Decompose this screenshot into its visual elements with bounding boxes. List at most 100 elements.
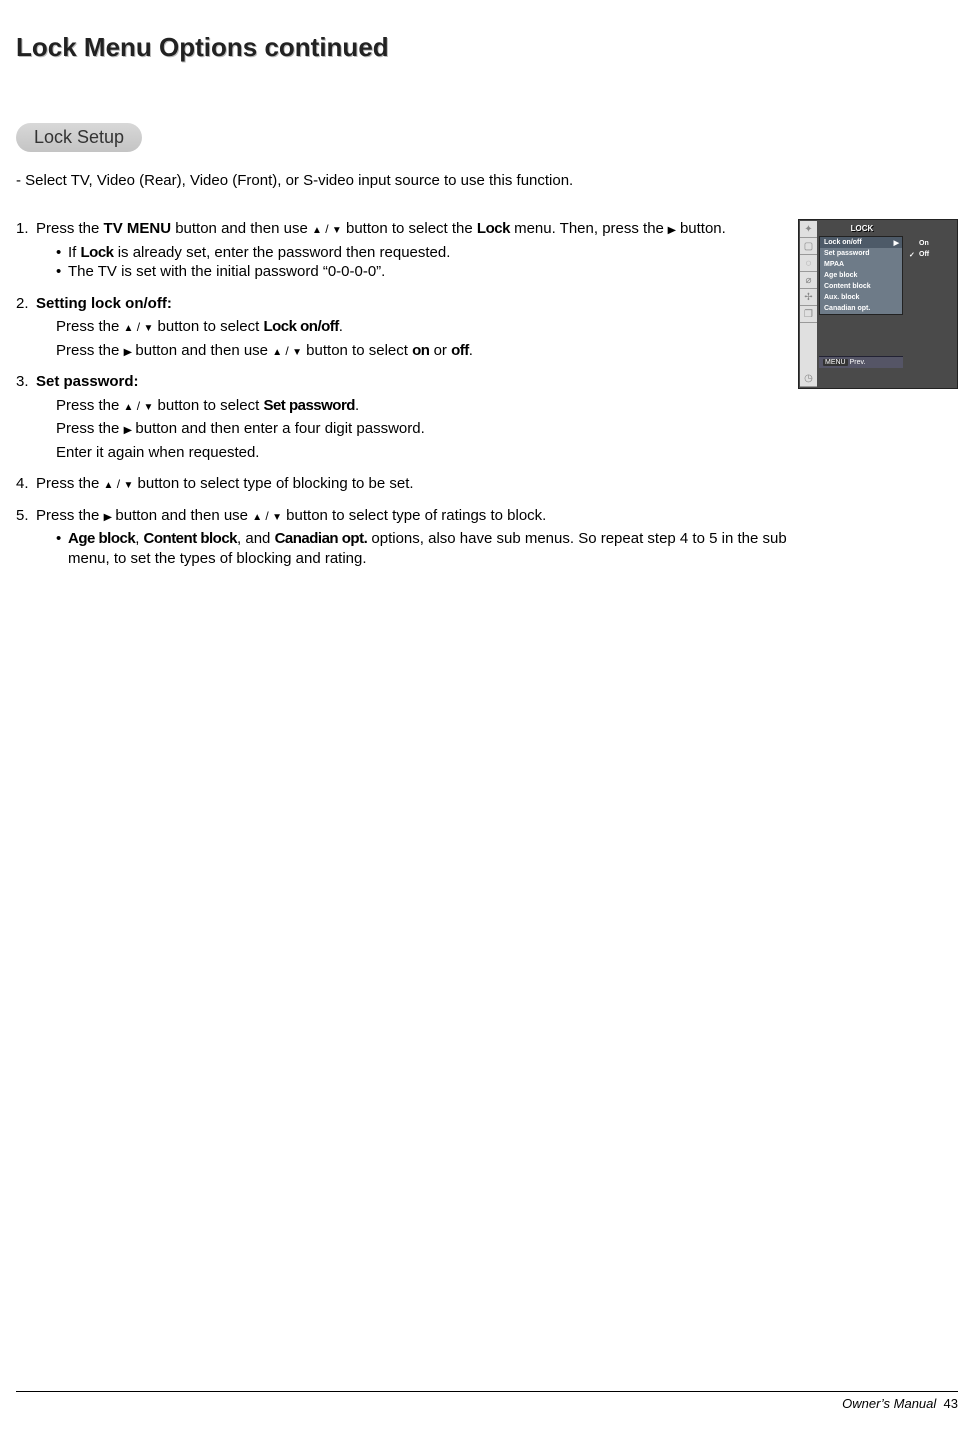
page-title: Lock Menu Options continued: [0, 0, 974, 63]
mono-text: Canadian opt.: [275, 530, 368, 547]
category-icon: ✢: [800, 289, 817, 306]
mono-text: off: [451, 342, 469, 359]
osd-option-on[interactable]: On: [907, 238, 955, 249]
down-icon: [143, 318, 153, 335]
text: ,: [135, 530, 143, 547]
up-icon: [124, 397, 134, 414]
mono-text: Lock: [81, 244, 114, 261]
text: button to select type of blocking to be …: [133, 475, 413, 492]
page-footer: Owner’s Manual 43: [16, 1391, 958, 1411]
text: If: [68, 244, 81, 261]
mono-text: Age block: [68, 530, 135, 547]
text: Press the: [56, 397, 124, 414]
text: .: [469, 342, 473, 359]
text: button to select: [153, 318, 263, 335]
category-icon: ◌: [800, 255, 817, 272]
text: button and then enter a four digit passw…: [131, 420, 425, 437]
step-number: 3.: [16, 372, 29, 392]
text: .: [339, 318, 343, 335]
osd-option-off[interactable]: Off: [907, 249, 955, 260]
osd-item-set-password[interactable]: Set password: [820, 248, 902, 259]
text: or: [429, 342, 451, 359]
text: button.: [676, 220, 726, 237]
up-icon: [312, 220, 322, 237]
text: button and then use: [171, 220, 312, 237]
text: , and: [237, 530, 275, 547]
right-icon: [668, 220, 676, 237]
bold-text: TV MENU: [104, 220, 172, 237]
text: Press the: [36, 475, 104, 492]
down-icon: [292, 342, 302, 359]
down-icon: [123, 475, 133, 492]
instruction-list: 1. Press the TV MENU button and then use…: [16, 219, 798, 580]
osd-item-age-block[interactable]: Age block: [820, 270, 902, 281]
osd-category-strip: ✦ ▢ ◌ ⌀ ✢ ❐ ◷: [800, 221, 817, 387]
down-icon: [332, 220, 342, 237]
up-icon: [252, 507, 262, 524]
text: Press the: [36, 220, 104, 237]
text: menu. Then, press the: [510, 220, 668, 237]
up-icon: [104, 475, 114, 492]
osd-item-canadian-opt[interactable]: Canadian opt.: [820, 303, 902, 314]
step-heading: Set password:: [36, 373, 139, 390]
footer-label: Owner’s Manual: [842, 1396, 936, 1411]
category-icon: ▢: [800, 238, 817, 255]
text: button to select the: [342, 220, 477, 237]
mono-text: Lock on/off: [263, 318, 338, 335]
step-number: 1.: [16, 219, 29, 239]
page-number: 43: [944, 1396, 958, 1411]
category-icon: ⌀: [800, 272, 817, 289]
osd-title: LOCK: [821, 222, 903, 235]
menu-button-label: MENU: [823, 359, 848, 366]
step-number: 5.: [16, 506, 29, 526]
text: button and then use: [131, 342, 272, 359]
right-arrow-icon: ▶: [894, 239, 899, 247]
prev-label: Prev.: [850, 359, 866, 366]
osd-option-list: On Off: [907, 238, 955, 260]
osd-item-content-block[interactable]: Content block: [820, 281, 902, 292]
up-icon: [272, 342, 282, 359]
text: Press the: [36, 507, 104, 524]
step-heading: Setting lock on/off:: [36, 295, 172, 312]
text: button to select: [302, 342, 412, 359]
mono-text: on: [412, 342, 429, 359]
bullet: Age block, Content block, and Canadian o…: [56, 529, 798, 568]
osd-item-lock-onoff[interactable]: Lock on/off ▶: [820, 237, 902, 248]
osd-footer: MENU Prev.: [819, 356, 903, 368]
text: Press the: [56, 420, 124, 437]
osd-menu-list: Lock on/off ▶ Set password MPAA Age block…: [819, 236, 903, 315]
text: button and then use: [111, 507, 252, 524]
down-icon: [143, 397, 153, 414]
osd-item-aux-block[interactable]: Aux. block: [820, 292, 902, 303]
text: is already set, enter the password then …: [114, 244, 451, 261]
mono-text: Set password: [263, 397, 355, 414]
slash: /: [322, 222, 332, 236]
osd-panel: ✦ ▢ ◌ ⌀ ✢ ❐ ◷ LOCK Lock on/off ▶ Set pass…: [798, 219, 958, 389]
bullet: If Lock is already set, enter the passwo…: [56, 243, 798, 263]
text: Enter it again when requested.: [56, 444, 259, 461]
step-5: 5. Press the button and then use / butto…: [16, 506, 798, 569]
section-heading: Lock Setup: [16, 123, 142, 152]
text: Press the: [56, 342, 124, 359]
label: Lock on/off: [824, 239, 862, 246]
text: The TV is set with the initial password …: [68, 263, 385, 280]
text: Press the: [56, 318, 124, 335]
category-icon: ◷: [800, 370, 817, 387]
step-number: 2.: [16, 294, 29, 314]
category-icon: ❐: [800, 306, 817, 323]
category-icon: ✦: [800, 221, 817, 238]
text: .: [355, 397, 359, 414]
step-3: 3. Set password: Press the / button to s…: [16, 372, 798, 462]
down-icon: [272, 507, 282, 524]
intro-text: - Select TV, Video (Rear), Video (Front)…: [16, 172, 974, 189]
step-number: 4.: [16, 474, 29, 494]
step-4: 4. Press the / button to select type of …: [16, 474, 798, 494]
osd-item-mpaa[interactable]: MPAA: [820, 259, 902, 270]
up-icon: [124, 318, 134, 335]
text: button to select type of ratings to bloc…: [282, 507, 546, 524]
step-2: 2. Setting lock on/off: Press the / butt…: [16, 294, 798, 361]
text: button to select: [153, 397, 263, 414]
bullet: The TV is set with the initial password …: [56, 262, 798, 282]
step-1: 1. Press the TV MENU button and then use…: [16, 219, 798, 282]
mono-text: Content block: [144, 530, 238, 547]
